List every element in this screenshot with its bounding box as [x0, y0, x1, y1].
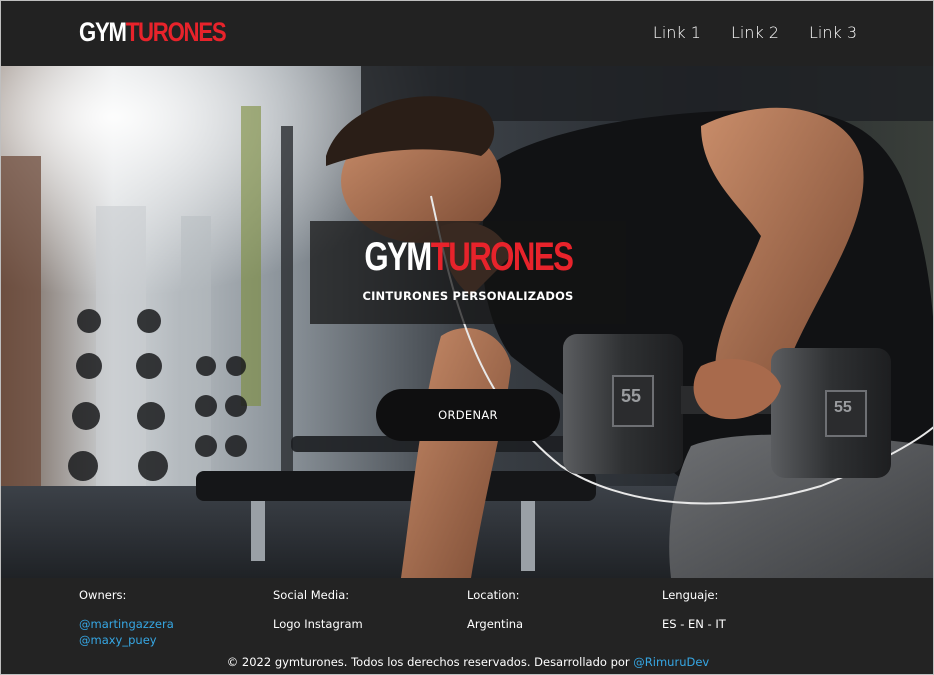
- nav-links: Link 1 Link 2 Link 3: [653, 23, 857, 42]
- footer-social: Social Media: Logo Instagram: [273, 588, 363, 632]
- footer-location-value: Argentina: [467, 617, 524, 631]
- hero-logo: GYMTURONES: [310, 236, 626, 278]
- logo-part-gym: GYM: [79, 17, 127, 47]
- hero-section: 55 55 GYMTURONES CINTURONES PERSONALIZAD…: [1, 66, 933, 578]
- footer-location: Location: Argentina: [467, 588, 523, 632]
- hero-logo-turones: TURONES: [430, 235, 573, 279]
- nav-link-3[interactable]: Link 3: [809, 23, 857, 42]
- footer: Owners: @martingazzera @maxy_puey Social…: [1, 578, 933, 674]
- copyright-text: © 2022 gymturones. Todos los derechos re…: [226, 655, 630, 669]
- footer-owners: Owners: @martingazzera @maxy_puey: [79, 588, 174, 648]
- hero-brand-card: GYMTURONES CINTURONES PERSONALIZADOS: [310, 221, 626, 324]
- copyright: © 2022 gymturones. Todos los derechos re…: [1, 655, 933, 669]
- nav-link-2[interactable]: Link 2: [731, 23, 779, 42]
- footer-language: Lenguaje: ES - EN - IT: [662, 588, 726, 632]
- dumbbell-label-right: 55: [834, 399, 852, 416]
- navbar-logo[interactable]: GYMTURONES: [79, 17, 227, 47]
- nav-link-1[interactable]: Link 1: [653, 23, 701, 42]
- owner-link-maxy-puey[interactable]: @maxy_puey: [79, 632, 174, 648]
- instagram-logo-link[interactable]: Logo Instagram: [273, 616, 363, 632]
- footer-language-title: Lenguaje:: [662, 588, 719, 602]
- language-selector[interactable]: ES - EN - IT: [662, 616, 726, 632]
- hero-logo-gym: GYM: [363, 235, 432, 279]
- order-button[interactable]: ORDENAR: [376, 389, 560, 441]
- footer-location-title: Location:: [467, 588, 520, 602]
- owner-link-martingazzera[interactable]: @martingazzera: [79, 616, 174, 632]
- navbar: GYMTURONES Link 1 Link 2 Link 3: [1, 1, 933, 66]
- hero-subtitle: CINTURONES PERSONALIZADOS: [362, 289, 574, 303]
- dumbbell-label-left: 55: [621, 386, 642, 406]
- developer-link[interactable]: @RimuruDev: [633, 655, 709, 669]
- footer-social-title: Social Media:: [273, 588, 350, 602]
- page: GYMTURONES Link 1 Link 2 Link 3 55 55 GY…: [0, 0, 934, 675]
- footer-owners-title: Owners:: [79, 588, 127, 602]
- logo-part-turones: TURONES: [125, 17, 227, 47]
